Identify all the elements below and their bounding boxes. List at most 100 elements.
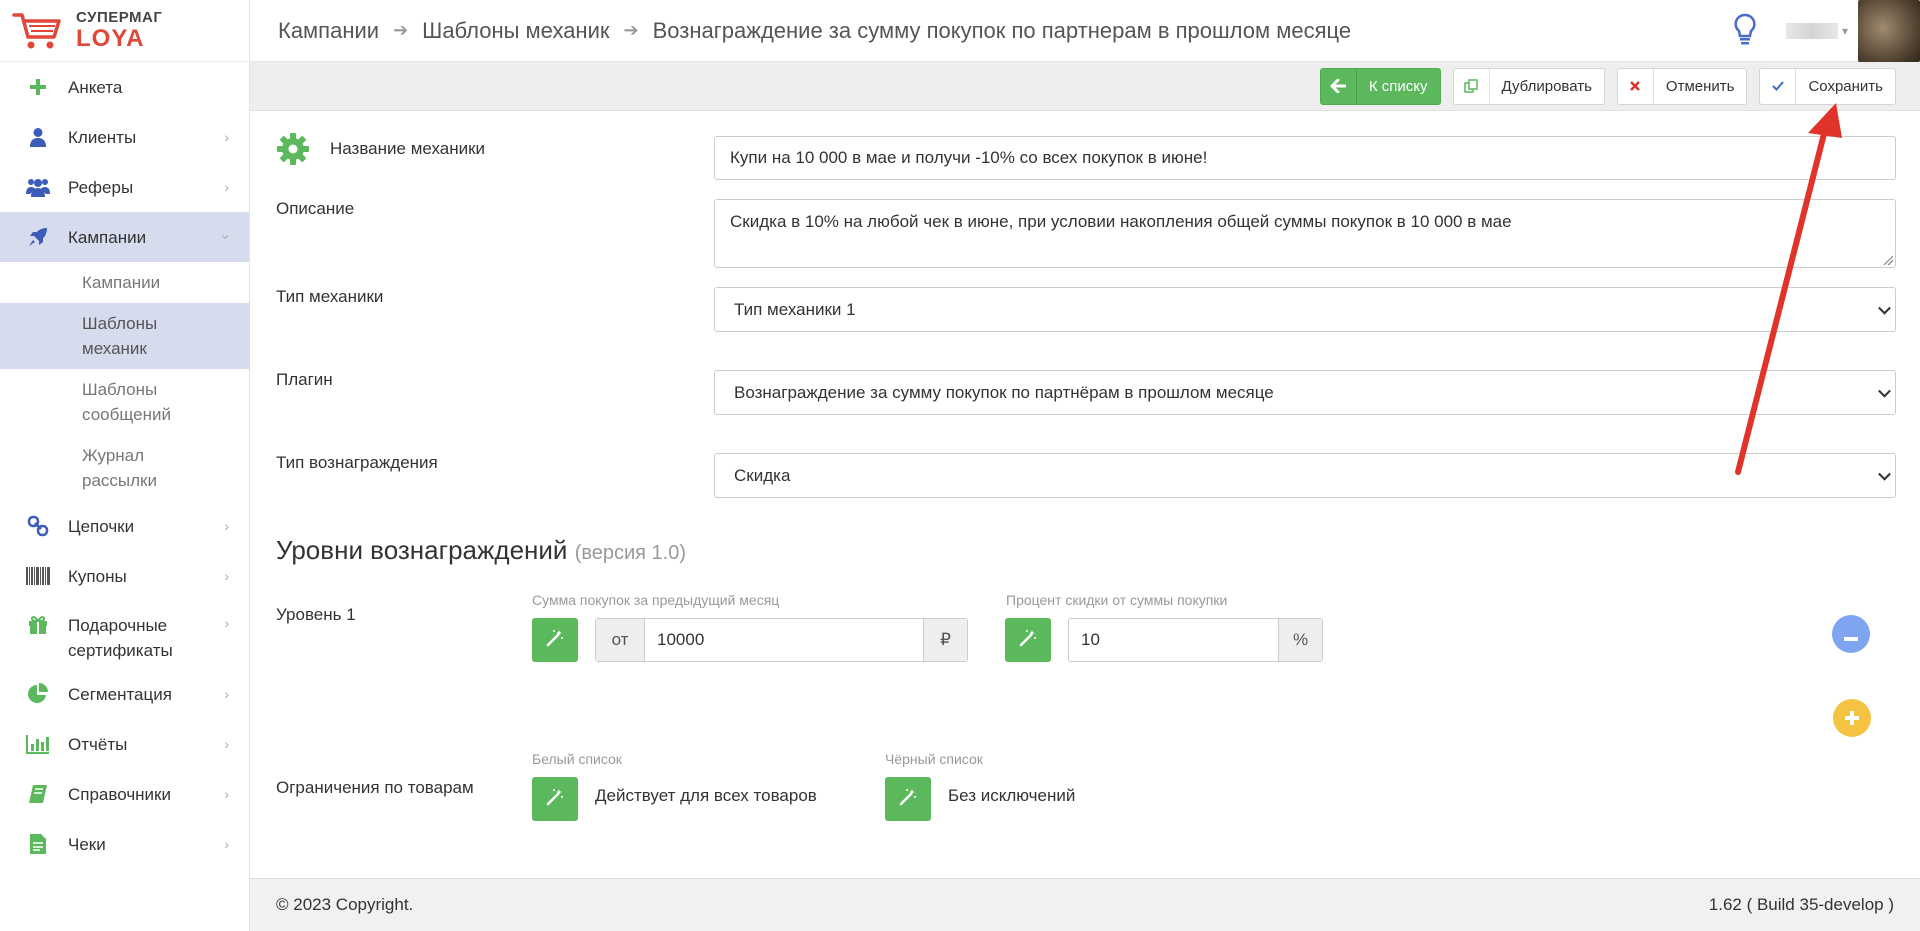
name-label: Название механики — [330, 139, 486, 158]
reward-type-select-value: Скидка — [734, 465, 791, 485]
percent-sign: % — [1278, 619, 1322, 661]
plugin-select[interactable]: Вознаграждение за сумму покупок по партн… — [714, 370, 1896, 415]
magic-wand-icon — [546, 788, 564, 811]
sidebar-item-label: Анкета — [68, 77, 123, 97]
plugin-select-value: Вознаграждение за сумму покупок по партн… — [734, 382, 1274, 402]
user-name-blurred[interactable] — [1785, 23, 1838, 39]
gift-icon — [26, 613, 50, 637]
sum-wand-button[interactable] — [532, 618, 578, 662]
check-icon — [1760, 68, 1797, 104]
sidebar-item-label: Подарочные сертификаты — [68, 616, 173, 660]
sidebar-item-label: Отчёты — [68, 734, 128, 754]
chevron-right-icon: › — [224, 518, 229, 534]
sidebar-subitem-mailing-log[interactable]: Журнал рассылки — [0, 435, 250, 501]
add-level-button[interactable] — [1833, 699, 1871, 737]
resize-handle-icon[interactable] — [1883, 255, 1893, 265]
whitelist-wand-button[interactable] — [532, 777, 578, 821]
reward-levels-heading: Уровни вознаграждений (версия 1.0) — [276, 535, 686, 566]
sum-input[interactable]: 10000 — [645, 619, 923, 661]
sidebar-item-label: Кампании — [68, 227, 147, 247]
sum-prefix: от — [596, 619, 645, 661]
sidebar-subitem-message-templates[interactable]: Шаблоны сообщений — [0, 369, 250, 435]
book-icon — [26, 782, 50, 806]
sidebar-subitem-mechanic-templates[interactable]: Шаблоны механик — [0, 303, 250, 369]
form-row-name: Название механики Купи на 10 000 в мае и… — [276, 133, 1896, 180]
name-field-value: Купи на 10 000 в мае и получи -10% со вс… — [730, 148, 1208, 167]
barcode-icon — [26, 564, 50, 588]
whitelist-label: Белый список — [532, 751, 622, 767]
percent-label: Процент скидки от суммы покупки — [1006, 592, 1228, 608]
sidebar-item-anketa[interactable]: Анкета — [0, 62, 249, 112]
chevron-right-icon: › — [224, 736, 229, 752]
chevron-right-icon: › — [224, 129, 229, 145]
reward-type-select[interactable]: Скидка — [714, 453, 1896, 498]
sidebar-item-clients[interactable]: Клиенты › — [0, 112, 249, 162]
sidebar-item-segmentation[interactable]: Сегментация › — [0, 669, 249, 719]
form-row-type: Тип механики Тип механики 1 — [276, 287, 1896, 333]
type-label: Тип механики — [276, 287, 384, 306]
description-textarea[interactable]: Скидка в 10% на любой чек в июне, при ус… — [714, 199, 1896, 268]
logo-top-text: СУПЕРМАГ — [76, 9, 163, 27]
type-select[interactable]: Тип механики 1 — [714, 287, 1896, 332]
reward-levels-title: Уровни вознаграждений — [276, 535, 568, 565]
duplicate-button[interactable]: Дублировать — [1452, 67, 1605, 105]
minus-icon — [1844, 621, 1858, 647]
description-label: Описание — [276, 199, 355, 218]
magic-wand-icon — [1019, 629, 1037, 652]
chevron-right-icon: › — [224, 568, 229, 584]
pie-chart-icon — [26, 682, 50, 706]
back-to-list-button[interactable]: К списку — [1319, 67, 1441, 105]
percent-input[interactable]: 10 — [1069, 619, 1278, 661]
gear-icon — [276, 132, 310, 180]
sidebar-item-label: Справочники — [68, 784, 171, 804]
duplicate-label: Дублировать — [1501, 77, 1592, 95]
lightbulb-icon[interactable] — [1734, 13, 1756, 50]
level-1-label: Уровень 1 — [276, 605, 356, 624]
sidebar-item-gift-certificates[interactable]: Подарочные сертификаты › — [0, 601, 249, 669]
rocket-icon — [26, 225, 50, 249]
sidebar-item-reports[interactable]: Отчёты › — [0, 719, 249, 769]
chevron-right-icon: › — [224, 686, 229, 702]
top-bar: Кампании ➔ Шаблоны механик ➔ Вознагражде… — [250, 0, 1920, 62]
form-row-plugin: Плагин Вознаграждение за сумму покупок п… — [276, 370, 1896, 416]
avatar[interactable] — [1858, 0, 1920, 62]
sum-label: Сумма покупок за предыдущий месяц — [532, 592, 780, 608]
sidebar-item-label: Клиенты — [68, 127, 137, 147]
sidebar-subitem-campaigns[interactable]: Кампании — [0, 262, 249, 303]
breadcrumb-item[interactable]: Кампании — [278, 18, 379, 44]
remove-level-button[interactable] — [1832, 615, 1870, 653]
link-icon — [26, 514, 50, 538]
percent-wand-button[interactable] — [1005, 618, 1051, 662]
sum-input-group: от 10000 ₽ — [595, 618, 968, 662]
logo[interactable]: СУПЕРМАГ LOYA — [0, 0, 249, 62]
sidebar-item-chains[interactable]: Цепочки › — [0, 501, 249, 551]
chevron-right-icon: › — [224, 615, 229, 631]
blacklist-wand-button[interactable] — [885, 777, 931, 821]
users-icon — [26, 175, 50, 199]
breadcrumb-item[interactable]: Шаблоны механик — [422, 18, 609, 44]
name-field[interactable]: Купи на 10 000 в мае и получи -10% со вс… — [714, 136, 1896, 180]
user-icon — [26, 125, 50, 149]
cancel-label: Отменить — [1665, 77, 1735, 95]
logo-bottom-text: LOYA — [76, 24, 145, 52]
sidebar-item-label: Реферы — [68, 177, 134, 197]
cancel-button[interactable]: Отменить — [1616, 67, 1748, 105]
restrictions-label: Ограничения по товарам — [276, 778, 474, 797]
sidebar-item-coupons[interactable]: Купоны › — [0, 551, 249, 601]
sidebar-item-referrers[interactable]: Реферы › — [0, 162, 249, 212]
chevron-right-icon: › — [224, 786, 229, 802]
save-button[interactable]: Сохранить — [1759, 67, 1896, 105]
chevron-down-icon: › — [218, 234, 235, 240]
blacklist-value: Без исключений — [948, 786, 1076, 805]
save-label: Сохранить — [1808, 77, 1883, 95]
arrow-right-icon: ➔ — [393, 20, 409, 40]
form-row-description: Описание Скидка в 10% на любой чек в июн… — [276, 199, 1896, 269]
sidebar-item-directories[interactable]: Справочники › — [0, 769, 249, 819]
sidebar-item-receipts[interactable]: Чеки › — [0, 819, 249, 869]
action-toolbar: К списку Дублировать Отменить Сохранить — [250, 62, 1920, 111]
chevron-right-icon: › — [224, 179, 229, 195]
whitelist-value: Действует для всех товаров — [595, 786, 817, 805]
sidebar-item-campaigns[interactable]: Кампании › — [0, 212, 249, 262]
magic-wand-icon — [899, 788, 917, 811]
caret-down-icon[interactable]: ▾ — [1842, 24, 1848, 38]
